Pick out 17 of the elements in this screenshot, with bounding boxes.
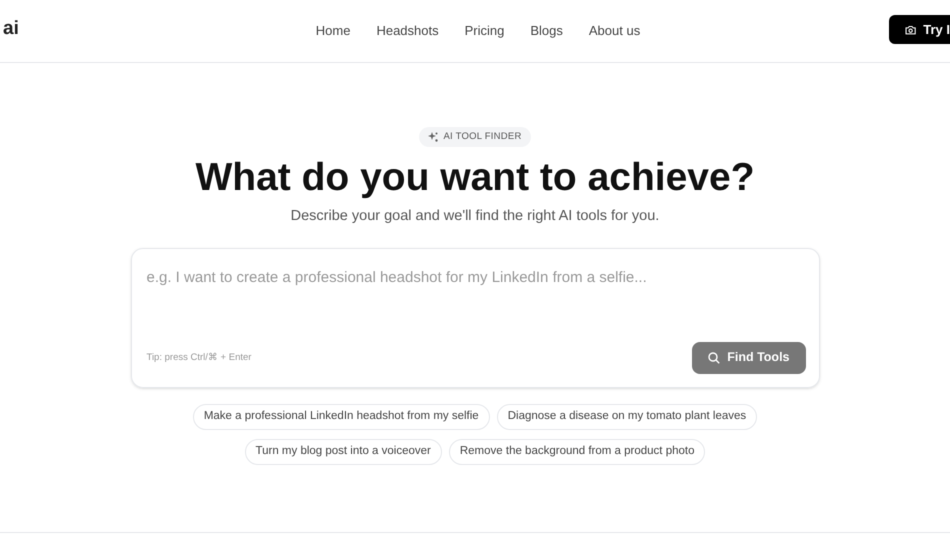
subheading: Describe your goal and we'll find the right AI tools for you. (290, 207, 660, 226)
suggestion-chip[interactable]: Diagnose a disease on my tomato plant leaves (496, 404, 758, 430)
suggestion-chip[interactable]: Turn my blog post into a voiceover (244, 438, 442, 465)
nav-link[interactable]: Pricing (464, 21, 504, 41)
nav-link[interactable]: Blogs (530, 21, 563, 41)
nav-link[interactable]: Headshots (376, 21, 439, 41)
page-heading: What do you want to achieve? (195, 155, 755, 201)
sparkle-icon (428, 132, 438, 142)
logo-text[interactable]: ai (3, 15, 19, 44)
try-button[interactable]: Try I (889, 15, 950, 44)
nav-link[interactable]: Home (316, 21, 350, 41)
suggestion-chip[interactable]: Remove the background from a product photo (448, 438, 706, 465)
suggestion-chip[interactable]: Make a professional LinkedIn headshot from my selfie (192, 404, 490, 430)
nav-link[interactable]: About us (588, 21, 640, 41)
tip-text: Tip: press Ctrl/⌘ + Enter (146, 350, 252, 365)
search-icon (708, 352, 720, 364)
badge: AI TOOL FINDER (419, 127, 531, 147)
